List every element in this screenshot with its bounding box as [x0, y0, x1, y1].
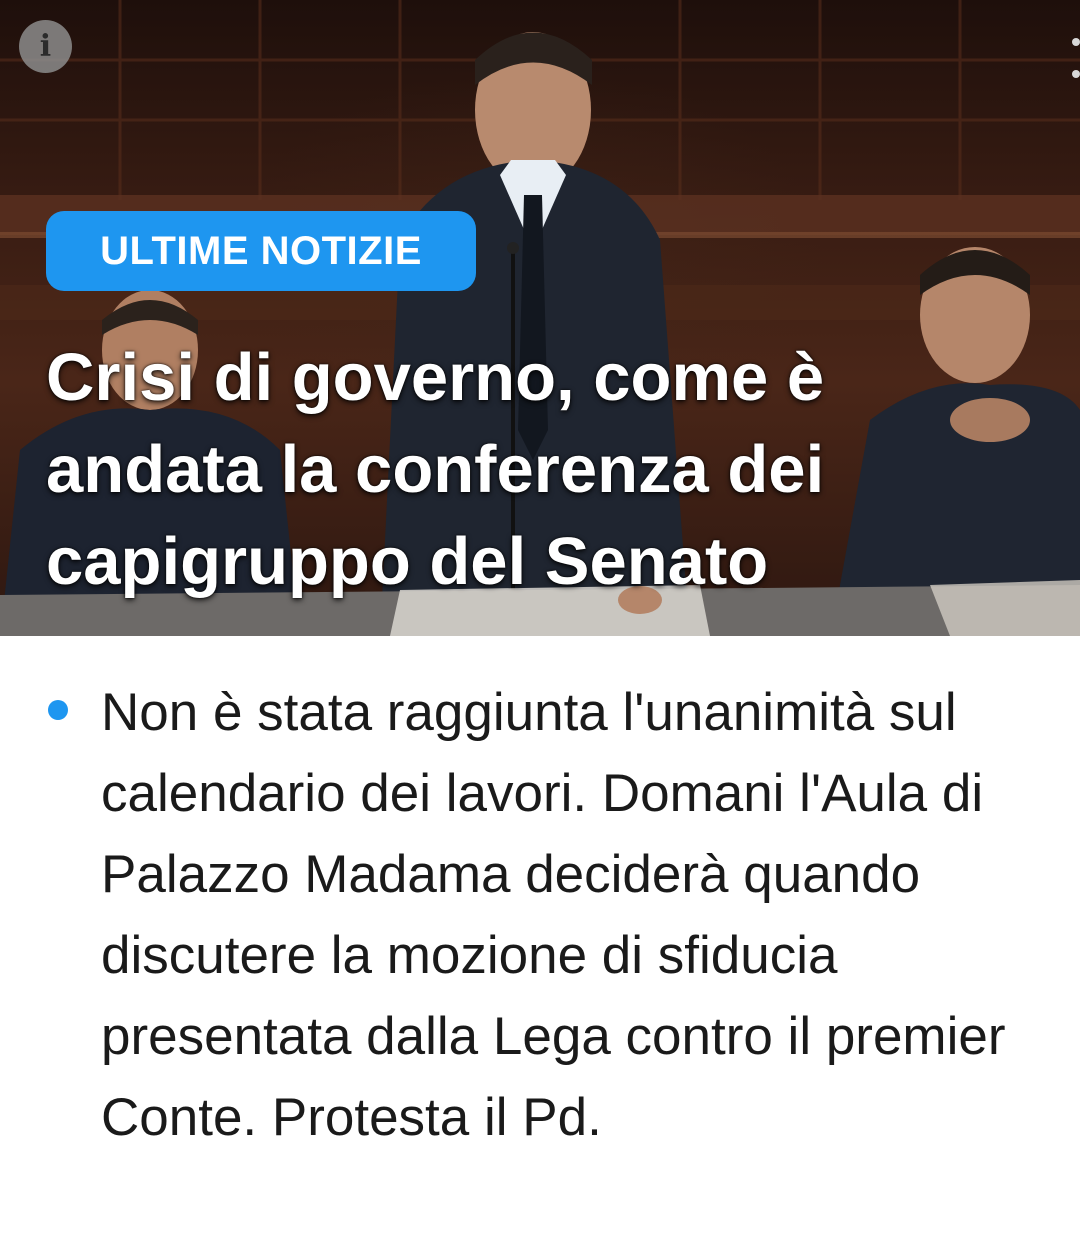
more-vertical-icon[interactable] [1066, 38, 1080, 78]
headline: Crisi di governo, come è andata la confe… [46, 340, 825, 599]
category-badge: ULTIME NOTIZIE [46, 211, 476, 291]
more-dot [1072, 38, 1080, 46]
more-dot [1072, 70, 1080, 78]
bullet-dot-icon [48, 700, 68, 720]
summary-text: Non è stata raggiunta l'unanimità sul ca… [101, 683, 1006, 1147]
info-glyph: i [39, 29, 52, 64]
hero-image[interactable]: i ULTIME NOTIZIE Crisi di governo, come … [0, 0, 1080, 636]
info-icon[interactable]: i [19, 20, 72, 73]
